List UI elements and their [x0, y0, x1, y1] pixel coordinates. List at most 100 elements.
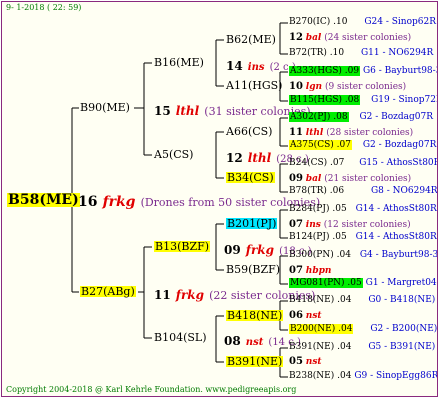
gen4-value: .05 — [332, 204, 347, 214]
gen1-bottom-frkg: frkg — [175, 288, 204, 302]
gen4-queen[interactable]: B284(PJ) — [289, 204, 329, 214]
gen4-queen[interactable]: B24(CS) — [289, 158, 327, 168]
root-frkg: frkg — [102, 194, 136, 210]
gen4-value: .07 — [330, 158, 345, 168]
gen4-queen[interactable]: B270(IC) — [289, 17, 330, 27]
gen4-queen[interactable]: B238(NE) — [289, 371, 334, 381]
gen2-b-frkg: lthl — [247, 151, 272, 165]
gen4-code: G19 - Sinop72R — [371, 95, 438, 105]
gen2-b-num: 12 — [226, 151, 243, 165]
gen4-code: G11 - NO6294R — [360, 48, 434, 58]
gen4-code: G24 - Sinop62R — [364, 17, 436, 27]
gen4-drone-frkg: lthl — [305, 128, 324, 138]
gen4-value: .06 — [329, 186, 345, 196]
gen4-drone-num: 05 — [289, 356, 303, 367]
gen4-row: B24(CS) .07 G15 - AthosSt80R — [289, 158, 438, 168]
gen4-drone-num: 07 — [289, 265, 303, 276]
gen3-e-queen[interactable]: B201(PJ) — [226, 218, 278, 229]
gen4-code: G2 - B200(NE) — [370, 324, 438, 334]
root-num: 16 — [78, 194, 98, 210]
gen4-drone-num: 07 — [289, 219, 303, 230]
gen4-drone-row: 05 nst — [289, 357, 322, 367]
gen3-f-queen[interactable]: B59(BZF) — [226, 264, 280, 275]
gen1-bottom-num: 11 — [154, 288, 171, 302]
gen4-value: .04 — [337, 342, 352, 352]
gen4-code: G9 - SinopEgg86R — [354, 371, 438, 381]
gen4-code: G14 - AthosSt80R — [355, 204, 437, 214]
gen3-h-queen[interactable]: B391(NE) — [226, 356, 284, 367]
gen4-row: A302(PJ) .08 G2 - Bozdag07R — [289, 112, 434, 122]
gen4-row: B418(NE) .04 G0 - B418(NE) — [289, 296, 435, 305]
gen4-code: G2 - Bozdag07R — [359, 112, 434, 122]
gen4-row: B238(NE) .04 G9 - SinopEgg86R — [289, 371, 438, 381]
gen4-row: B115(HGS) .08 G19 - Sinop72R — [289, 95, 438, 105]
gen2-d-queen[interactable]: B104(SL) — [154, 332, 207, 343]
gen4-code: G5 - B391(NE) — [368, 342, 436, 352]
gen3-d-queen[interactable]: B34(CS) — [226, 172, 275, 183]
gen4-drone-num: 12 — [289, 32, 303, 43]
gen4-queen[interactable]: B300(PN) — [289, 250, 334, 260]
gen4-drone-frkg: ins — [305, 220, 321, 230]
pedigree-frame: 9- 1-2018 ( 22: 59) Copyright 2004-2018 … — [1, 1, 438, 397]
gen2-a-num: 14 — [226, 59, 243, 73]
gen4-code: G8 - NO6294R — [370, 186, 438, 196]
gen2-a-queen[interactable]: B16(ME) — [154, 57, 204, 68]
gen4-value: .04 — [336, 250, 351, 260]
gen4-code: G6 - Bayburt98-3 — [362, 66, 438, 76]
gen1-bottom-queen[interactable]: B27(ABg) — [80, 286, 136, 297]
gen3-c-queen[interactable]: A66(CS) — [226, 126, 272, 137]
gen4-drone-row: 11 lthl (28 sister colonies) — [289, 128, 413, 138]
gen2-c-num: 09 — [224, 243, 241, 257]
gen4-queen[interactable]: B391(NE) — [289, 342, 334, 352]
gen4-queen[interactable]: B72(TR) — [289, 48, 327, 58]
gen4-queen[interactable]: B124(PJ) — [289, 232, 329, 242]
gen2-a-frkg: ins — [247, 62, 265, 73]
gen4-queen[interactable]: A375(CS) .07 — [289, 140, 352, 150]
gen4-drone-note: (28 sister colonies) — [326, 128, 414, 138]
gen4-code: G15 - AthosSt80R — [359, 158, 438, 168]
gen4-queen[interactable]: MG081(PN) .05 — [289, 278, 363, 288]
gen4-queen[interactable]: B200(NE) .04 — [289, 324, 354, 334]
gen2-c-frkg: frkg — [245, 243, 274, 257]
gen4-queen[interactable]: A302(PJ) .08 — [289, 112, 349, 122]
gen4-value: .04 — [337, 371, 352, 381]
gen4-drone-note: (12 sister colonies) — [323, 220, 411, 230]
gen4-row: B391(NE) .04 G5 - B391(NE) — [289, 343, 435, 352]
gen2-d-num: 08 — [224, 334, 241, 348]
gen4-row: B72(TR) .10 G11 - NO6294R — [289, 49, 433, 58]
gen4-code: G2 - Bozdag07R — [362, 140, 437, 150]
gen4-drone-row: 07 hbpn — [289, 266, 331, 276]
gen4-row: B124(PJ) .05 G14 - AthosSt80R — [289, 233, 437, 242]
gen4-row: B300(PN) .04 G4 - Bayburt98-3 — [289, 250, 438, 260]
gen4-drone-row: 12 bal (24 sister colonies) — [289, 33, 411, 43]
gen4-drone-row: 09 bal (21 sister colonies) — [289, 174, 411, 184]
gen4-queen[interactable]: B418(NE) — [289, 295, 334, 305]
gen4-row: MG081(PN) .05 G1 - Margret04R — [289, 278, 437, 288]
gen4-drone-frkg: lgn — [305, 82, 323, 92]
gen4-drone-frkg: bal — [305, 174, 322, 184]
gen3-g-queen[interactable]: B418(NE) — [226, 310, 284, 321]
gen4-row: A333(HGS) .09 G6 - Bayburt98-3 — [289, 66, 438, 76]
gen1-top-queen[interactable]: B90(ME) — [80, 102, 130, 113]
gen2-c-queen[interactable]: B13(BZF) — [154, 241, 211, 252]
gen4-drone-frkg: nst — [305, 311, 322, 321]
root-queen[interactable]: B58(ME) — [7, 193, 80, 207]
gen4-row: A375(CS) .07 G2 - Bozdag07R — [289, 140, 437, 150]
gen4-drone-row: 07 ins (12 sister colonies) — [289, 220, 411, 230]
gen2-b-queen[interactable]: A5(CS) — [154, 149, 193, 160]
gen3-b-queen[interactable]: A11(HGS) — [226, 80, 282, 91]
gen4-drone-note: (21 sister colonies) — [324, 174, 412, 184]
gen4-value: .04 — [337, 295, 352, 305]
gen4-queen[interactable]: B78(TR) — [289, 186, 327, 196]
gen4-value: .10 — [329, 48, 345, 58]
gen4-code: G14 - AthosSt80R — [355, 232, 437, 242]
gen4-queen[interactable]: A333(HGS) .09 — [289, 66, 361, 76]
gen4-queen[interactable]: B115(HGS) .08 — [289, 95, 361, 105]
gen4-row: B270(IC) .10 G24 - Sinop62R — [289, 18, 436, 27]
copyright: Copyright 2004-2018 @ Karl Kehrle Founda… — [6, 385, 297, 394]
gen3-a-queen[interactable]: B62(ME) — [226, 34, 276, 45]
gen4-drone-row: 06 nst — [289, 311, 322, 321]
gen4-row: B78(TR) .06 G8 - NO6294R — [289, 186, 438, 196]
gen4-code: G4 - Bayburt98-3 — [359, 250, 438, 260]
gen2-d-frkg: nst — [245, 337, 264, 348]
